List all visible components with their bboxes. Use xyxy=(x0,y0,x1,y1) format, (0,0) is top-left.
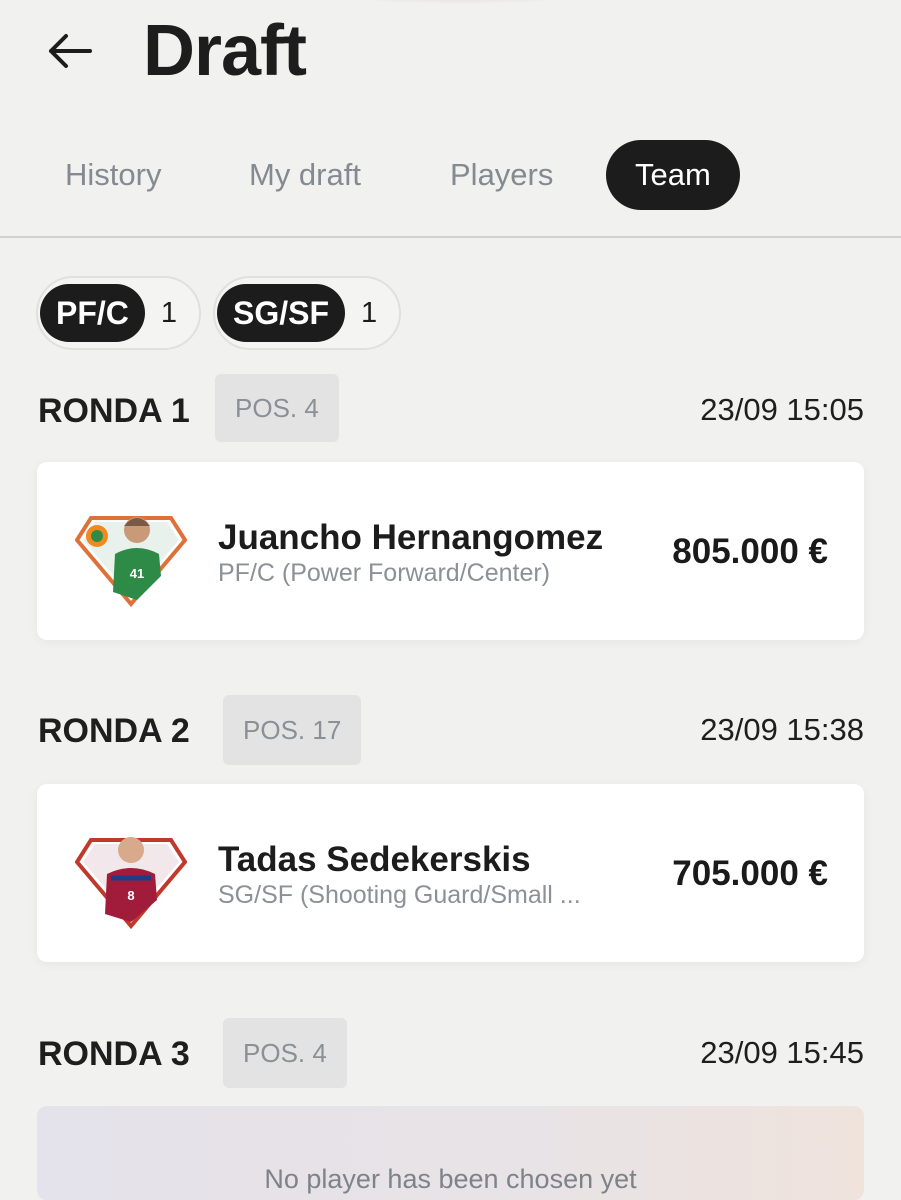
pick-position-badge: POS. 4 xyxy=(215,374,339,442)
empty-pick-message: No player has been chosen yet xyxy=(264,1164,637,1194)
chip-tag: PF/C xyxy=(40,284,145,342)
round-3-header: RONDA 3 POS. 4 23/09 15:45 xyxy=(38,1017,864,1089)
chip-pf-c[interactable]: PF/C 1 xyxy=(36,276,202,350)
round-2-header: RONDA 2 POS. 17 23/09 15:38 xyxy=(38,694,864,766)
pick-position-badge: POS. 4 xyxy=(223,1018,347,1088)
player-card-2[interactable]: 8 Tadas Sedekerskis SG/SF (Shooting Guar… xyxy=(37,784,864,962)
tab-my-draft[interactable]: My draft xyxy=(249,140,361,210)
position-filter-chips: PF/C 1 SG/SF 1 xyxy=(36,276,402,350)
player-position: SG/SF (Shooting Guard/Small ... xyxy=(218,881,581,909)
back-button[interactable] xyxy=(44,26,94,76)
page-title: Draft xyxy=(143,11,307,91)
player-price: 805.000 € xyxy=(672,532,828,571)
chip-sg-sf[interactable]: SG/SF 1 xyxy=(213,276,402,350)
round-label: RONDA 3 xyxy=(38,1035,190,1073)
round-label: RONDA 1 xyxy=(38,392,190,430)
arrow-left-icon xyxy=(49,34,92,68)
round-1-header: RONDA 1 POS. 4 23/09 15:05 xyxy=(38,374,864,446)
tab-team[interactable]: Team xyxy=(606,140,740,210)
player-name: Juancho Hernangomez xyxy=(218,518,604,557)
player-avatar: 8 xyxy=(75,837,187,930)
player-card-1[interactable]: 41 Juancho Hernangomez PF/C (Power Forwa… xyxy=(37,462,864,640)
round-time: 23/09 15:45 xyxy=(700,1035,864,1070)
tab-history[interactable]: History xyxy=(65,140,161,210)
player-position: PF/C (Power Forward/Center) xyxy=(218,559,551,587)
round-label: RONDA 2 xyxy=(38,712,190,750)
player-name: Tadas Sedekerskis xyxy=(218,840,531,879)
tab-bar: History My draft Players Team xyxy=(0,140,901,210)
chip-count: 1 xyxy=(361,296,378,329)
player-avatar: 41 xyxy=(75,516,187,608)
jersey-number: 8 xyxy=(127,888,134,903)
round-time: 23/09 15:38 xyxy=(700,712,864,747)
chip-count: 1 xyxy=(160,296,178,329)
jersey-number: 41 xyxy=(130,566,144,581)
pick-position-badge: POS. 17 xyxy=(223,695,362,765)
round-time: 23/09 15:05 xyxy=(700,392,864,427)
chip-tag: SG/SF xyxy=(217,284,346,342)
player-price: 705.000 € xyxy=(672,854,828,893)
tab-players[interactable]: Players xyxy=(450,140,553,210)
app-header: Draft xyxy=(0,0,901,110)
empty-pick-card: No player has been chosen yet xyxy=(37,1106,864,1200)
tab-divider xyxy=(0,236,901,238)
